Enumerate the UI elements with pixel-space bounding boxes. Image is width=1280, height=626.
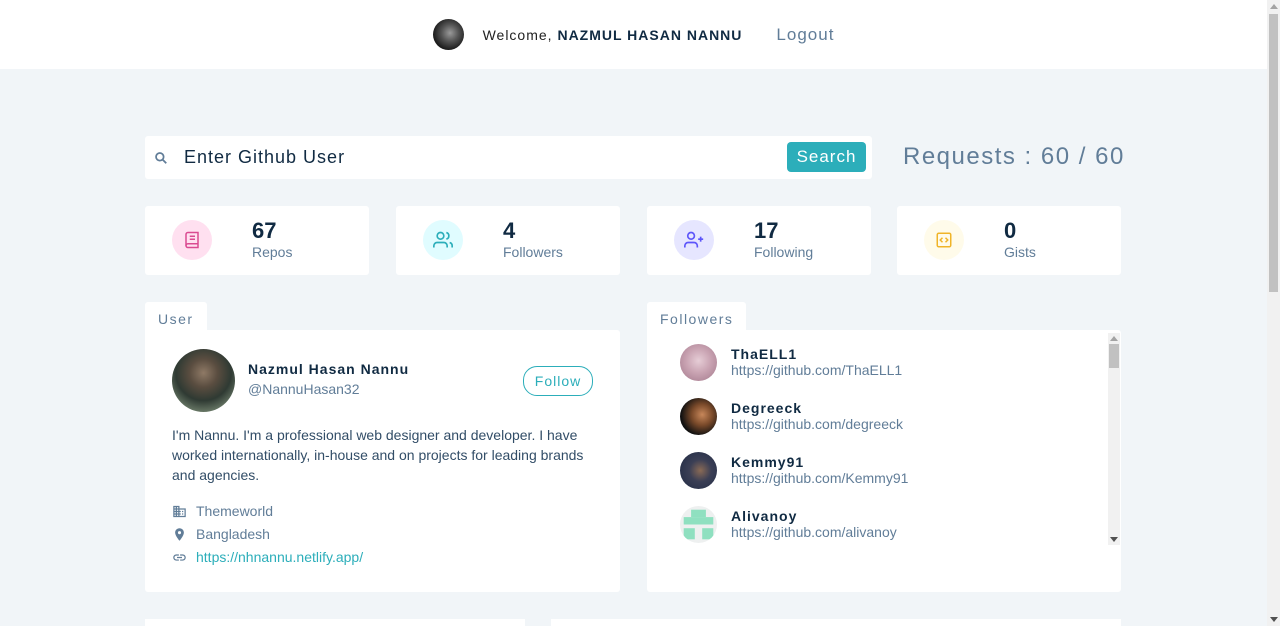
followers-card: ThaELL1 https://github.com/ThaELL1 Degre… [647,330,1121,592]
bottom-card-left [145,619,525,626]
follower-name: Kemmy91 [731,454,805,470]
follower-url[interactable]: https://github.com/ThaELL1 [731,362,902,379]
stat-value: 17 [754,218,779,243]
scroll-down-arrow-icon[interactable] [1110,537,1118,542]
avatar [680,506,717,543]
list-item[interactable]: ThaELL1 https://github.com/ThaELL1 [680,344,902,381]
stat-icon-wrap [423,220,463,260]
logout-button[interactable]: Logout [776,25,834,45]
stat-value: 4 [503,218,516,243]
scroll-down-arrow-icon[interactable] [1270,617,1278,622]
stat-card-following: 17 Following [647,206,871,275]
bottom-card-right [551,619,1121,626]
search-icon [155,151,167,164]
stat-icon-wrap [674,220,714,260]
user-name: Nazmul Hasan Nannu [248,361,410,377]
code-icon [936,232,952,248]
user-card: Nazmul Hasan Nannu @NannuHasan32 Follow … [145,330,620,592]
building-icon [173,505,186,517]
avatar [432,19,464,50]
follower-info: Alivanoy https://github.com/alivanoy [731,508,897,541]
stat-label: Followers [503,244,563,260]
user-handle: @NannuHasan32 [248,381,360,397]
navbar: Welcome, NAZMUL HASAN NANNU Logout [0,0,1267,69]
follower-url[interactable]: https://github.com/degreeck [731,416,903,433]
user-plus-icon [684,231,704,248]
follower-info: Degreeck https://github.com/degreeck [731,400,903,433]
tab-user: User [145,302,207,330]
stat-label: Gists [1004,244,1036,260]
stat-card-followers: 4 Followers [396,206,620,275]
welcome-message: Welcome, NAZMUL HASAN NANNU [483,27,743,43]
follower-name: ThaELL1 [731,346,798,362]
list-item[interactable]: Kemmy91 https://github.com/Kemmy91 [680,452,908,489]
stat-card-repos: 67 Repos [145,206,369,275]
avatar [172,349,235,412]
link-icon [173,553,186,561]
follower-name: Degreeck [731,400,803,416]
avatar [680,452,717,489]
scroll-thumb[interactable] [1269,14,1278,292]
users-icon [433,231,453,248]
follower-url[interactable]: https://github.com/alivanoy [731,524,897,541]
scroll-thumb[interactable] [1109,344,1119,368]
user-blog: https://nhnannu.netlify.app/ [172,549,363,565]
stat-icon-wrap [924,220,964,260]
follower-info: Kemmy91 https://github.com/Kemmy91 [731,454,908,487]
page-scrollbar[interactable] [1267,0,1280,626]
stat-value: 67 [252,218,277,243]
blog-link[interactable]: https://nhnannu.netlify.app/ [196,549,363,565]
company-text: Themeworld [196,503,274,519]
stat-label: Following [754,244,814,260]
search-button[interactable]: Search [787,142,866,172]
stat-label: Repos [252,244,293,260]
location-text: Bangladesh [196,526,270,542]
followers-list: ThaELL1 https://github.com/ThaELL1 Degre… [647,330,1107,545]
follower-info: ThaELL1 https://github.com/ThaELL1 [731,346,902,379]
stat-card-gists: 0 Gists [897,206,1121,275]
stat-icon-wrap [172,220,212,260]
follower-url[interactable]: https://github.com/Kemmy91 [731,470,908,487]
list-item[interactable]: Degreeck https://github.com/degreeck [680,398,903,435]
location-pin-icon [175,527,184,541]
welcome-text: Welcome, [482,26,553,43]
user-company: Themeworld [172,503,273,519]
user-bio: I'm Nannu. I'm a professional web design… [172,427,584,483]
welcome-user-name: NAZMUL HASAN NANNU [557,26,743,43]
followers-scrollbar[interactable] [1108,333,1120,545]
follower-name: Alivanoy [731,508,798,524]
avatar [680,398,717,435]
search-form: Search [145,136,872,179]
follow-button[interactable]: Follow [523,366,593,396]
scroll-up-arrow-icon[interactable] [1270,4,1278,9]
tab-followers: Followers [647,302,747,330]
stat-value: 0 [1004,218,1017,243]
avatar [680,344,717,381]
user-location: Bangladesh [172,526,270,542]
search-input[interactable] [184,147,764,168]
list-item[interactable]: Alivanoy https://github.com/alivanoy [680,506,897,543]
scroll-up-arrow-icon[interactable] [1110,336,1118,341]
requests-counter: Requests : 60 / 60 [903,143,1125,170]
navbar-content: Welcome, NAZMUL HASAN NANNU Logout [432,19,835,50]
identicon-icon [683,509,714,540]
book-icon [185,231,199,249]
